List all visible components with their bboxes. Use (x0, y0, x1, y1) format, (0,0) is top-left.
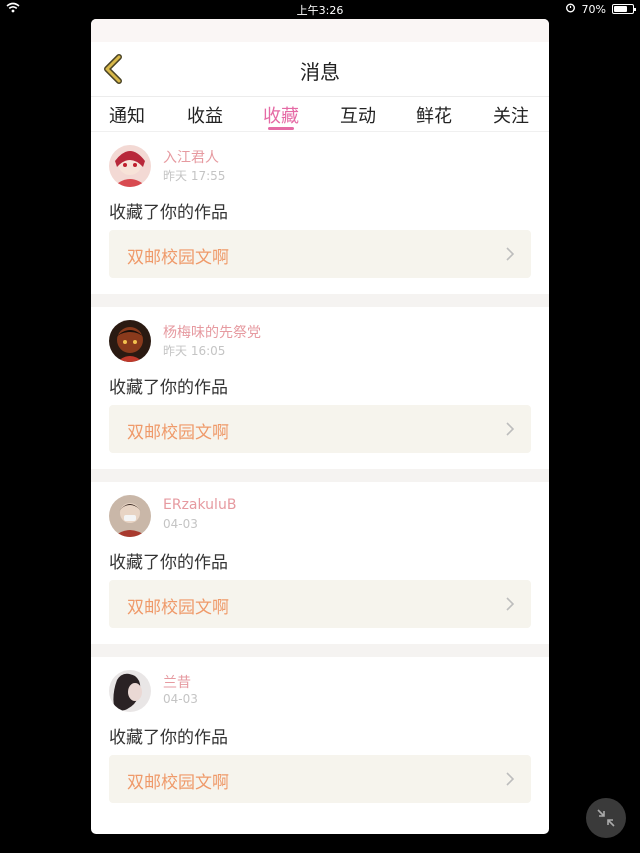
battery-icon (612, 4, 636, 14)
avatar[interactable] (109, 320, 151, 362)
chevron-right-icon (506, 422, 515, 436)
tab-active-indicator (268, 127, 294, 130)
navbar: 消息 (91, 42, 549, 97)
list-item: 杨梅味的先祭党 昨天 16:05 收藏了你的作品 双邮校园文啊 (91, 307, 549, 469)
tab-notifications[interactable]: 通知 (97, 102, 157, 128)
action-text: 收藏了你的作品 (109, 553, 228, 573)
tab-bar: 通知 收益 收藏 互动 鲜花 关注 (91, 97, 549, 132)
tab-following[interactable]: 关注 (481, 102, 541, 128)
list-item: ERzakuluB 04-03 收藏了你的作品 双邮校园文啊 (91, 482, 549, 644)
timestamp: 04-03 (163, 692, 198, 706)
work-title: 双邮校园文啊 (127, 423, 229, 443)
chevron-right-icon (506, 772, 515, 786)
messages-screen: 消息 通知 收益 收藏 互动 鲜花 关注 入江君人 昨天 17:55 收藏了你的… (91, 19, 549, 834)
work-card[interactable]: 双邮校园文啊 (109, 405, 531, 453)
favorites-feed: 入江君人 昨天 17:55 收藏了你的作品 双邮校园文啊 杨梅味的先祭党 昨天 … (91, 132, 549, 819)
work-title: 双邮校园文啊 (127, 773, 229, 793)
collapse-arrows-icon (597, 809, 615, 827)
collapse-button[interactable] (586, 798, 626, 838)
username[interactable]: 杨梅味的先祭党 (163, 322, 261, 342)
avatar[interactable] (109, 145, 151, 187)
chevron-right-icon (506, 597, 515, 611)
status-bar: 上午3:26 70% (0, 0, 640, 18)
tab-flowers[interactable]: 鲜花 (404, 102, 464, 128)
action-text: 收藏了你的作品 (109, 728, 228, 748)
username[interactable]: ERzakuluB (163, 497, 236, 513)
avatar[interactable] (109, 670, 151, 712)
username[interactable]: 兰昔 (163, 672, 191, 692)
timestamp: 04-03 (163, 517, 198, 531)
list-item: 兰昔 04-03 收藏了你的作品 双邮校园文啊 (91, 657, 549, 819)
timestamp: 昨天 16:05 (163, 344, 226, 358)
work-card[interactable]: 双邮校园文啊 (109, 755, 531, 803)
username[interactable]: 入江君人 (163, 147, 219, 167)
action-text: 收藏了你的作品 (109, 378, 228, 398)
alarm-icon (565, 2, 576, 16)
timestamp: 昨天 17:55 (163, 169, 226, 183)
battery-percent: 70% (581, 2, 606, 16)
page-title: 消息 (300, 60, 340, 84)
work-card[interactable]: 双邮校园文啊 (109, 230, 531, 278)
tab-favorites[interactable]: 收藏 (251, 102, 311, 128)
work-title: 双邮校园文啊 (127, 248, 229, 268)
list-item: 入江君人 昨天 17:55 收藏了你的作品 双邮校园文啊 (91, 132, 549, 294)
status-time: 上午3:26 (296, 4, 344, 17)
tab-earnings[interactable]: 收益 (175, 102, 235, 128)
avatar[interactable] (109, 495, 151, 537)
work-title: 双邮校园文啊 (127, 598, 229, 618)
tab-interactions[interactable]: 互动 (328, 102, 388, 128)
action-text: 收藏了你的作品 (109, 203, 228, 223)
work-card[interactable]: 双邮校园文啊 (109, 580, 531, 628)
chevron-right-icon (506, 247, 515, 261)
